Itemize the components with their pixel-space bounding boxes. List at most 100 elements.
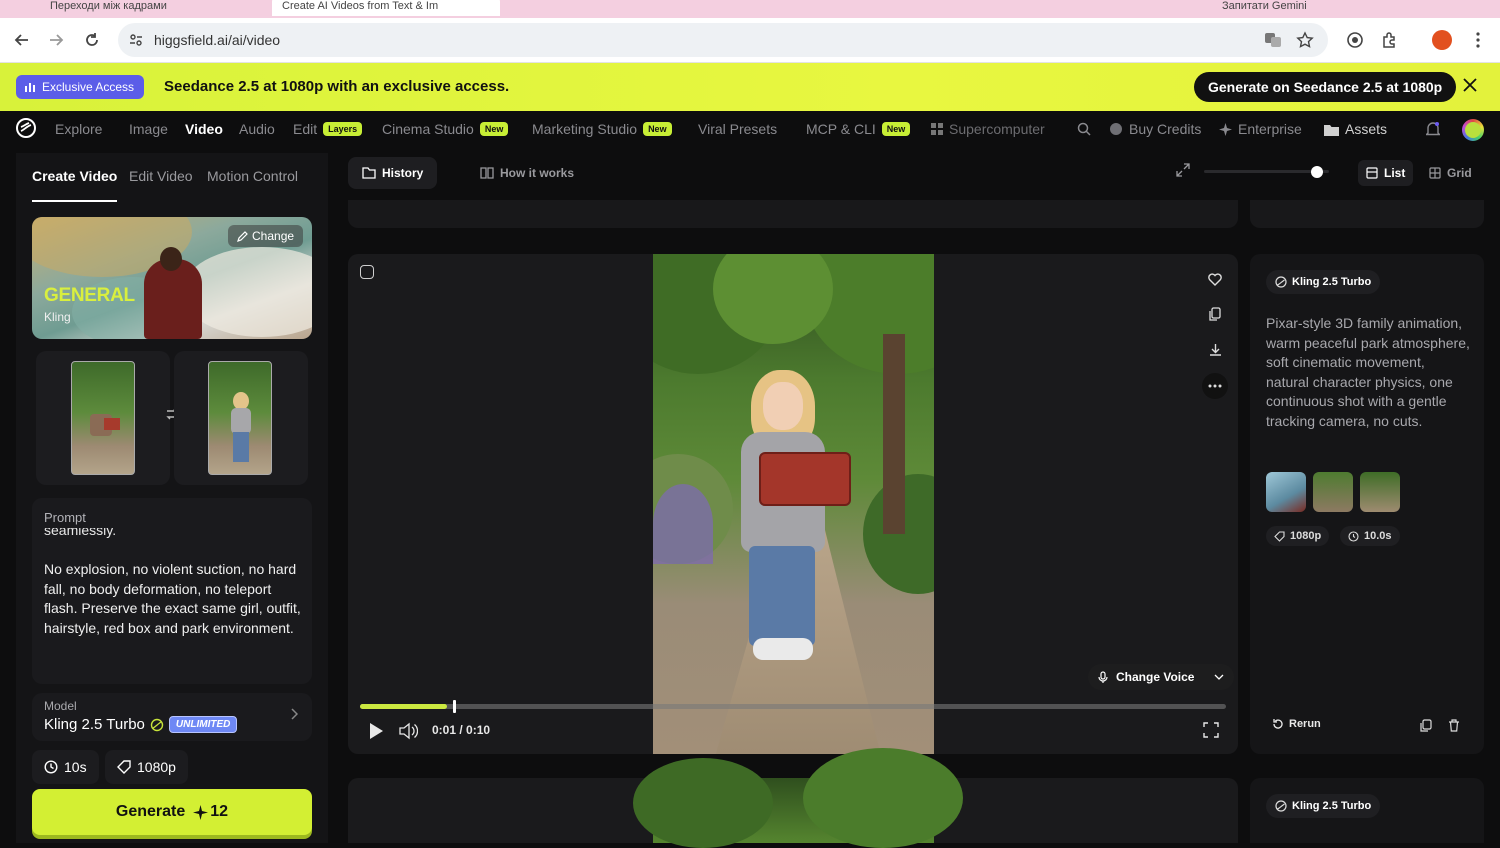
generate-button[interactable]: Generate 12	[32, 789, 312, 835]
list-view-button[interactable]: List	[1358, 160, 1414, 186]
history-tab[interactable]: History	[348, 157, 438, 189]
nav-badge: New	[881, 122, 911, 136]
nav-edit[interactable]: Edit Layers	[293, 121, 363, 137]
tab-create-video[interactable]: Create Video	[32, 168, 117, 184]
reload-icon[interactable]	[80, 28, 104, 52]
more-options-icon[interactable]	[1202, 373, 1228, 399]
profile-avatar-icon[interactable]	[1430, 28, 1454, 52]
assets-label: Assets	[1345, 121, 1388, 137]
buy-credits-button[interactable]: Buy Credits	[1109, 121, 1201, 137]
nav-label: Cinema Studio	[382, 121, 474, 137]
assets-button[interactable]: Assets	[1324, 121, 1387, 137]
translate-icon[interactable]	[1264, 31, 1282, 54]
list-icon	[1366, 167, 1378, 179]
rerun-label: Rerun	[1289, 718, 1321, 730]
extension-icon[interactable]	[1343, 28, 1367, 52]
extensions-puzzle-icon[interactable]	[1378, 28, 1402, 52]
nav-viral-presets[interactable]: Viral Presets	[698, 121, 777, 137]
enterprise-label: Enterprise	[1238, 121, 1302, 137]
search-icon[interactable]	[1077, 122, 1091, 136]
reference-thumbnail[interactable]	[1360, 472, 1400, 512]
change-label: Change	[252, 229, 295, 243]
browser-menu-icon[interactable]	[1466, 28, 1490, 52]
back-icon[interactable]	[10, 28, 34, 52]
nav-explore[interactable]: Explore	[55, 121, 102, 137]
site-info-icon[interactable]	[128, 32, 144, 53]
browser-toolbar: higgsfield.ai/ai/video	[0, 18, 1500, 63]
preset-subtitle: Kling	[44, 310, 71, 324]
enterprise-button[interactable]: Enterprise	[1219, 121, 1302, 137]
next-info-panel: Kling 2.5 Turbo	[1250, 778, 1484, 843]
book-icon	[480, 167, 494, 179]
change-voice-button[interactable]: Change Voice	[1088, 664, 1235, 690]
expand-icon[interactable]	[1176, 163, 1190, 182]
url-text: higgsfield.ai/ai/video	[154, 32, 281, 48]
change-preset-button[interactable]: Change	[228, 225, 304, 247]
tab-motion-control[interactable]: Motion Control	[207, 168, 298, 184]
kling-icon	[150, 718, 164, 731]
start-frame[interactable]	[36, 351, 170, 485]
trash-icon[interactable]	[1448, 719, 1460, 737]
browser-tab-gemini[interactable]: Запитати Gemini	[1212, 0, 1372, 16]
copy-icon[interactable]	[1420, 719, 1432, 737]
duration-selector[interactable]: 10s	[32, 750, 99, 784]
browser-tab[interactable]: Переходи між кадрами	[40, 0, 270, 16]
how-it-works-tab[interactable]: How it works	[466, 157, 588, 189]
nav-badge: New	[643, 122, 672, 136]
nav-image[interactable]: Image	[129, 121, 168, 137]
heart-icon[interactable]	[1204, 268, 1226, 290]
monk-figure	[144, 259, 202, 339]
reference-thumbnail[interactable]	[1313, 472, 1353, 512]
user-avatar[interactable]	[1462, 119, 1484, 141]
grid-label: Grid	[1447, 166, 1472, 180]
notifications-bell-icon[interactable]	[1426, 121, 1440, 137]
nav-cinema-studio[interactable]: Cinema Studio New	[382, 121, 509, 137]
bookmark-star-icon[interactable]	[1296, 31, 1314, 54]
banner-cta-button[interactable]: Generate on Seedance 2.5 at 1080p	[1194, 72, 1457, 102]
end-frame[interactable]	[174, 351, 308, 485]
nav-video[interactable]: Video	[185, 121, 223, 137]
preset-card[interactable]: Change GENERAL Kling	[32, 217, 312, 339]
download-icon[interactable]	[1204, 338, 1226, 360]
volume-icon[interactable]	[398, 722, 419, 743]
folder-icon	[1324, 124, 1339, 136]
sparkle-icon	[193, 804, 209, 820]
generate-cost: 12	[193, 803, 228, 821]
browser-tab-active[interactable]: Create AI Videos from Text & Im	[272, 0, 500, 16]
generate-label: Generate	[115, 803, 186, 820]
next-video-player[interactable]	[633, 748, 963, 848]
select-checkbox[interactable]	[360, 265, 374, 279]
zoom-slider-handle[interactable]	[1310, 166, 1323, 178]
address-bar[interactable]: higgsfield.ai/ai/video	[118, 23, 1328, 57]
play-icon[interactable]	[368, 722, 384, 743]
nav-marketing-studio[interactable]: Marketing Studio New	[532, 121, 672, 137]
grid-view-button[interactable]: Grid	[1421, 160, 1480, 186]
video-player[interactable]	[653, 254, 934, 754]
coin-icon	[1110, 123, 1122, 135]
banner-text: Seedance 2.5 at 1080p with an exclusive …	[164, 78, 510, 95]
forward-icon[interactable]	[44, 28, 68, 52]
model-selector[interactable]: Model Kling 2.5 Turbo UNLIMITED	[32, 693, 312, 741]
nav-supercomputer[interactable]: Supercomputer	[931, 121, 1051, 137]
reference-thumbnail[interactable]	[1266, 472, 1306, 512]
nav-mcp-cli[interactable]: MCP & CLI New	[806, 121, 911, 137]
prompt-text[interactable]: No explosion, no violent suction, no har…	[44, 560, 304, 638]
resolution-selector[interactable]: 1080p	[105, 750, 188, 784]
prompt-label: Prompt	[44, 510, 86, 525]
nav-label: Audio	[239, 121, 275, 137]
pencil-icon	[237, 230, 248, 242]
close-icon[interactable]	[1462, 77, 1480, 95]
microphone-icon	[1098, 670, 1108, 683]
prompt-field[interactable]: seamlessly. Prompt No explosion, no viol…	[32, 498, 312, 684]
nav-audio[interactable]: Audio	[239, 121, 275, 137]
video-progress-bar[interactable]	[360, 700, 1226, 713]
nav-label: Edit	[293, 121, 318, 137]
tab-edit-video[interactable]: Edit Video	[129, 168, 193, 184]
copy-icon[interactable]	[1204, 303, 1226, 325]
nav-label: Image	[129, 121, 168, 137]
video-progress-handle[interactable]	[452, 700, 456, 713]
higgsfield-logo-icon[interactable]	[16, 118, 36, 138]
fullscreen-icon[interactable]	[1203, 722, 1219, 741]
rerun-button[interactable]: Rerun	[1272, 718, 1321, 730]
video-progress-fill	[360, 704, 447, 709]
